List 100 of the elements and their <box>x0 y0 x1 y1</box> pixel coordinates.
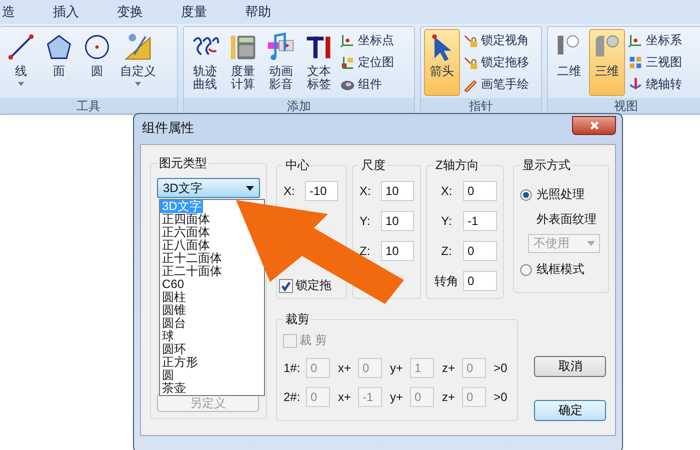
list-option[interactable]: 球 <box>160 330 176 343</box>
group-title: 图元类型 <box>158 155 208 172</box>
line-tool-icon <box>6 32 36 62</box>
dialog-title: 组件属性 <box>142 119 194 137</box>
group-label: 指针 <box>421 98 541 113</box>
input-field[interactable]: 10 <box>381 181 414 201</box>
ribbon-button[interactable]: 箭头 <box>424 29 460 96</box>
input-field[interactable]: -10 <box>305 181 338 201</box>
ribbon-button[interactable]: 锁定拖移 <box>462 52 530 72</box>
group-title: 显示方式 <box>521 157 572 174</box>
group-title: 中心 <box>284 157 310 174</box>
menu-item[interactable]: 帮助 <box>245 3 285 21</box>
pentagon-icon <box>44 32 74 62</box>
list-option[interactable]: 圆环 <box>160 343 188 356</box>
field-label: X: <box>283 184 296 198</box>
field-label: X: <box>440 184 454 198</box>
list-option[interactable]: 正二十面体 <box>160 265 224 278</box>
music-note-icon <box>266 32 296 62</box>
ribbon-button[interactable]: 圆 <box>79 29 115 96</box>
dialog-button[interactable]: 确定 <box>534 400 606 421</box>
field-label: Y: <box>359 214 372 228</box>
caret-icon <box>587 241 596 246</box>
ribbon-button[interactable]: 二维 <box>551 29 587 96</box>
ribbon-button[interactable]: 定位图 <box>339 52 395 72</box>
field-label: X: <box>359 184 372 198</box>
ribbon-button[interactable]: 画笔手绘 <box>462 75 530 94</box>
dialog-button[interactable]: 取消 <box>534 356 606 377</box>
input-field[interactable]: 0 <box>463 181 498 201</box>
row-label: 1#: <box>283 361 302 375</box>
input-field[interactable]: 0 <box>463 241 498 261</box>
input-field[interactable]: 10 <box>381 241 414 261</box>
pen-icon <box>463 77 478 92</box>
term-label: z+ <box>440 361 456 375</box>
ribbon-button[interactable]: 文本 标签 <box>301 29 337 96</box>
lock-icon <box>463 54 478 70</box>
group-title: 裁剪 <box>284 311 310 328</box>
list-option[interactable]: 正十二面体 <box>160 252 224 265</box>
locator-icon <box>340 54 355 70</box>
ribbon-button[interactable]: 坐标点 <box>339 30 395 50</box>
list-option[interactable]: 正四面体 <box>160 213 212 226</box>
menu-item[interactable]: 变换 <box>117 3 157 21</box>
radio-label: 光照处理 <box>536 186 584 203</box>
caret-icon <box>18 82 24 86</box>
input-field[interactable]: -1 <box>463 211 498 231</box>
ribbon-button[interactable]: 度量 计算 <box>225 29 261 96</box>
list-option[interactable]: 茶壶 <box>160 382 188 395</box>
ribbon-button[interactable]: 锁定视角 <box>462 30 530 50</box>
menu-item[interactable]: 度量 <box>181 3 221 21</box>
field-label: 转角 <box>433 272 460 290</box>
list-option[interactable]: 圆 <box>160 369 176 382</box>
field-label: Z: <box>359 244 372 258</box>
group-title: Z轴方向 <box>434 157 480 174</box>
ribbon-button[interactable]: 轨迹 曲线 <box>187 29 223 96</box>
term-label: z+ <box>440 390 456 404</box>
lock-icon <box>463 32 478 48</box>
input-field[interactable]: 10 <box>381 211 414 231</box>
ribbon-button[interactable]: 组件 <box>339 75 395 94</box>
group-label: 视图 <box>548 98 700 113</box>
group-label: 工具 <box>0 98 177 113</box>
menu-item[interactable]: 造 <box>2 3 29 21</box>
menu-item[interactable]: 插入 <box>53 3 93 21</box>
list-option[interactable]: 圆台 <box>160 317 188 330</box>
term-label: x+ <box>336 361 352 375</box>
term-label: >0 <box>492 361 508 375</box>
ribbon-button[interactable]: 三视图 <box>627 52 683 72</box>
field-label: 外表面纹理 <box>535 211 598 228</box>
radio-button[interactable] <box>520 264 532 276</box>
list-option[interactable]: 正六面体 <box>160 226 212 239</box>
type-dropdown[interactable]: 3D文字 <box>157 178 260 198</box>
field-label: Z: <box>440 244 453 258</box>
ribbon-button[interactable]: 坐标系 <box>627 30 683 50</box>
grid-icon <box>628 54 643 70</box>
term-label: >0 <box>492 390 508 404</box>
set-square-icon <box>123 32 153 62</box>
group-title: 尺度 <box>360 157 386 174</box>
close-button[interactable] <box>572 116 616 134</box>
list-option[interactable]: 正八面体 <box>160 239 212 252</box>
radio-button[interactable] <box>520 188 532 200</box>
checkbox-label: 裁 剪 <box>299 332 327 349</box>
field-label: Y: <box>440 214 453 228</box>
checkbox[interactable] <box>279 278 294 292</box>
ribbon-button[interactable]: 面 <box>41 29 77 96</box>
row-label: 2#: <box>283 390 302 404</box>
caret-icon <box>135 82 141 86</box>
ribbon-button[interactable]: 绕轴转 <box>627 75 683 94</box>
list-option[interactable]: C60 <box>160 278 186 291</box>
input-field[interactable]: 0 <box>463 271 498 291</box>
ribbon-button[interactable]: 动画 影音 <box>263 29 299 96</box>
term-label: x+ <box>336 390 352 404</box>
list-option[interactable]: 圆锥 <box>160 304 188 317</box>
ribbon-button[interactable]: 自定义 <box>117 29 159 96</box>
list-option[interactable]: 圆柱 <box>160 291 188 304</box>
ribbon-button[interactable]: 线 <box>3 29 39 96</box>
ribbon-button[interactable]: 三维 <box>589 29 625 96</box>
close-icon <box>588 120 600 130</box>
term-label: y+ <box>388 390 404 404</box>
checkbox-label: 锁定拖 <box>295 277 332 294</box>
axes-icon <box>628 32 643 48</box>
list-option[interactable]: 正方形 <box>160 356 200 369</box>
group-label: 添加 <box>184 98 414 113</box>
